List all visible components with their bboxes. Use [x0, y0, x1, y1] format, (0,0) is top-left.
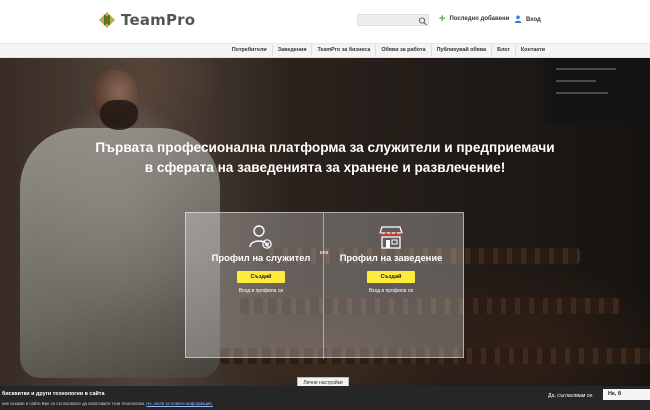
nav-item-venues[interactable]: Заведения — [271, 45, 312, 56]
cookie-agree-button[interactable]: Да, съгласявам се. — [548, 393, 594, 399]
cookie-description: ние искаме и сайте Вие се съгласявате да… — [2, 401, 146, 406]
venue-login-link[interactable]: Вход в профила си — [331, 288, 451, 294]
nav-item-jobs[interactable]: Обяви за работа — [375, 45, 430, 56]
hero-banner: Първата професионална платформа за служи… — [0, 58, 650, 386]
header: TeamPro + Последно добавени Вход — [0, 0, 650, 43]
cookie-decline-button[interactable]: Не, б — [603, 389, 650, 400]
login-label: Вход — [526, 17, 541, 23]
venue-profile-section: Профил на заведение Създай Вход в профил… — [331, 223, 451, 294]
user-icon — [514, 15, 522, 25]
employee-profile-section: Профил на служител Създай Вход в профила… — [201, 223, 321, 294]
nav-item-contacts[interactable]: Контакти — [514, 45, 550, 56]
create-venue-button[interactable]: Създай — [367, 271, 415, 283]
search-icon[interactable] — [418, 14, 428, 26]
main-nav: Потребители Заведения TeamPro за бизнеса… — [0, 43, 650, 58]
nav-item-business[interactable]: TeamPro за бизнеса — [311, 45, 375, 56]
employee-profile-title: Профил на служител — [211, 252, 311, 263]
logo-mark-icon — [98, 11, 116, 29]
nav-item-users[interactable]: Потребители — [227, 45, 272, 56]
employee-login-link[interactable]: Вход в профила си — [201, 288, 321, 294]
recent-added-label: Последно добавени — [449, 16, 510, 22]
create-employee-button[interactable]: Създай — [237, 271, 285, 283]
signup-card: или Профил на служител Създай Вход в про… — [185, 212, 464, 359]
cookie-text: ние искаме и сайте Вие се съгласявате да… — [2, 401, 213, 406]
logo-text: TeamPro — [121, 11, 196, 29]
cookie-title: бисквитки и други технологии в сайта — [2, 391, 105, 397]
plus-icon: + — [439, 13, 446, 25]
cookie-more-info-link[interactable]: Не, моля за повече информация. — [146, 401, 213, 406]
recent-added-link[interactable]: + Последно добавени — [439, 13, 510, 25]
nav-item-post-job[interactable]: Публикувай обява — [430, 45, 492, 56]
card-divider — [323, 213, 324, 359]
nav-item-blog[interactable]: Блог — [491, 45, 515, 56]
hero-title: Първата професионална платформа за служи… — [95, 140, 555, 175]
user-check-icon — [248, 223, 274, 251]
login-link[interactable]: Вход — [514, 15, 541, 25]
venue-profile-title: Профил на заведение — [339, 252, 443, 263]
storefront-icon — [378, 223, 404, 251]
logo[interactable]: TeamPro — [98, 11, 195, 29]
